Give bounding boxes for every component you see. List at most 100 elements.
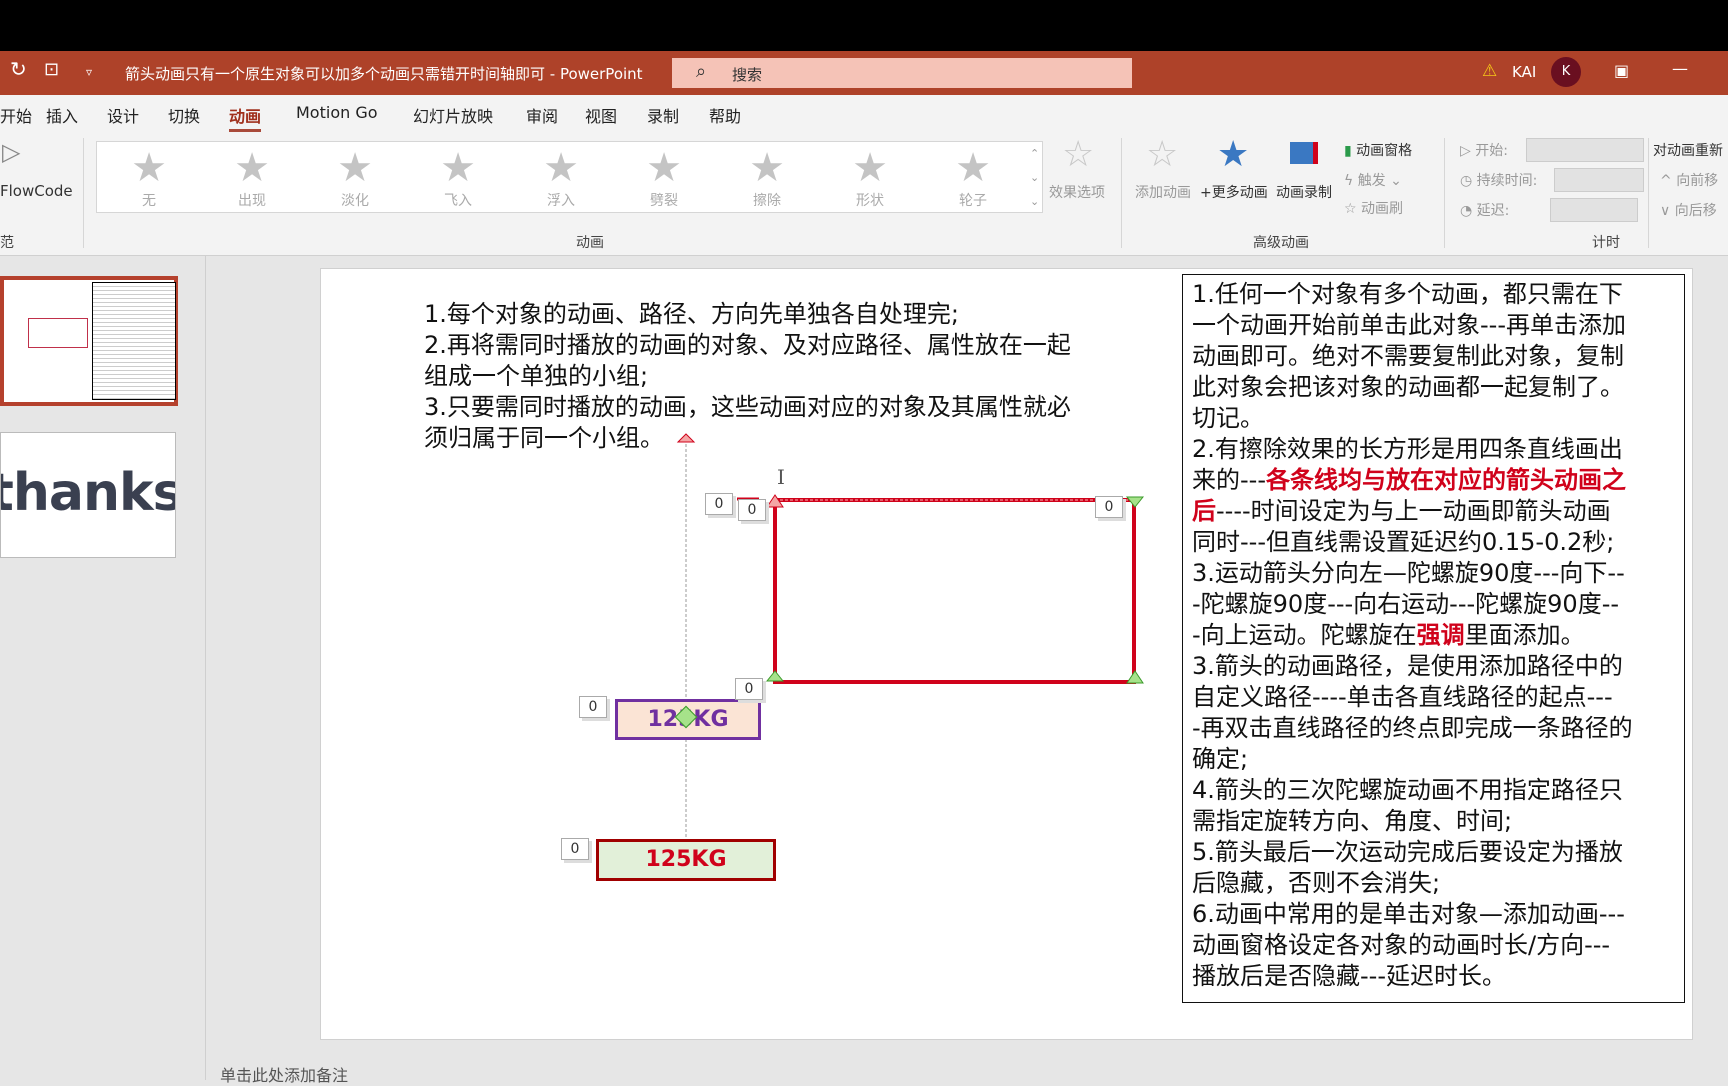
effect-label: 淡化	[341, 193, 369, 209]
thumb-rect	[28, 318, 88, 348]
ribbon-tabs: 开始 插入 设计 切换 动画 Motion Go 幻灯片放映 审阅 视图 录制 帮助	[0, 95, 1728, 132]
animation-order-tag[interactable]: 0	[561, 838, 589, 860]
move-later-button[interactable]: ∨ 向后移	[1660, 200, 1717, 220]
animation-effect-5[interactable]: ★ 劈裂	[629, 146, 699, 210]
note-line: 后----时间设定为与上一动画即箭头动画	[1192, 496, 1611, 527]
note-text: 需指定旋转方向、角度、时间;	[1192, 807, 1513, 835]
tab-4[interactable]: 动画	[229, 103, 262, 132]
tab-0[interactable]: 开始	[0, 103, 32, 127]
note-line: 确定;	[1192, 744, 1248, 775]
note-line: -向上运动。陀螺旋在强调里面添加。	[1192, 620, 1585, 651]
animation-order-tag[interactable]: 0	[738, 499, 766, 521]
animation-order-tag[interactable]: 0	[579, 696, 607, 718]
animation-pane-button[interactable]: ▮ 动画窗格	[1344, 140, 1412, 160]
warning-icon[interactable]: ⚠	[1482, 61, 1497, 81]
duration-label: ◷ 持续时间:	[1460, 173, 1538, 189]
animation-gallery: ★ 无 ★ 出现 ★ 淡化 ★ 飞入 ★ 浮入 ★ 劈裂 ★ 擦除 ★ 形状 ★ 轮子	[96, 141, 1043, 213]
ribbon-display-icon[interactable]: ▣	[1614, 61, 1629, 80]
trigger-button[interactable]: ϟ 触发 ⌄	[1344, 170, 1402, 190]
note-line: 此对象会把该对象的动画都一起复制了。	[1192, 372, 1624, 403]
avatar[interactable]: K	[1551, 57, 1581, 87]
note-text: 动画即可。绝对不需要复制此对象，复制	[1192, 342, 1624, 370]
quick-access-chevron-icon[interactable]: ▿	[86, 65, 92, 79]
tab-5[interactable]: Motion Go	[296, 103, 378, 122]
note-line: 切记。	[1192, 403, 1264, 434]
flowcode-icon[interactable]: ▷	[2, 138, 20, 166]
reorder-label: 对动画重新	[1653, 143, 1723, 159]
minimize-icon[interactable]: —	[1672, 59, 1688, 78]
note-line: 来的---各条线均与放在对应的箭头动画之	[1192, 465, 1626, 496]
note-line: 6.动画中常用的是单击对象—添加动画---	[1192, 899, 1625, 930]
note-line: 4.箭头的三次陀螺旋动画不用指定路径只	[1192, 775, 1623, 806]
move-earlier-button[interactable]: ^ 向前移	[1660, 170, 1718, 190]
tab-10[interactable]: 帮助	[709, 103, 741, 127]
note-line: 2.有擦除效果的长方形是用四条直线画出	[1192, 434, 1623, 465]
screen-top-bar	[0, 0, 1728, 51]
effect-options-button[interactable]: 效果选项	[1049, 182, 1105, 202]
animation-effect-4[interactable]: ★ 浮入	[526, 146, 596, 210]
group-label-animation: 动画	[576, 235, 604, 251]
note-text: 2.有擦除效果的长方形是用四条直线画出	[1192, 435, 1623, 463]
tab-6[interactable]: 幻灯片放映	[413, 103, 493, 127]
note-text: 4.箭头的三次陀螺旋动画不用指定路径只	[1192, 776, 1623, 804]
flowcode-button[interactable]: FlowCode	[0, 182, 73, 200]
animation-effect-8[interactable]: ★ 轮子	[938, 146, 1008, 210]
star-icon: ★	[337, 145, 373, 191]
note-line: 5.箭头最后一次运动完成后要设定为播放	[1192, 837, 1623, 868]
tab-2[interactable]: 设计	[107, 103, 139, 127]
more-animation-button[interactable]: +更多动画	[1200, 182, 1268, 202]
group-label: 范	[0, 235, 14, 251]
animation-effect-2[interactable]: ★ 淡化	[320, 146, 390, 210]
star-icon: ★	[646, 145, 682, 191]
user-name[interactable]: KAI	[1512, 63, 1536, 81]
note-text: 切记。	[1192, 404, 1264, 432]
delay-input[interactable]	[1550, 198, 1638, 222]
animation-effect-1[interactable]: ★ 出现	[217, 146, 287, 210]
divider	[1121, 138, 1122, 248]
note-text: 同时---但直线需设置延迟约0.15-0.2秒;	[1192, 528, 1615, 556]
speaker-notes-placeholder[interactable]: 单击此处添加备注	[220, 1062, 348, 1086]
effect-label: 浮入	[547, 193, 575, 209]
star-icon: ★	[852, 145, 888, 191]
search-input[interactable]: ⌕ 搜索	[672, 58, 1132, 88]
effect-label: 擦除	[753, 193, 781, 209]
notes-textbox[interactable]: 1.任何一个对象有多个动画，都只需在下 一个动画开始前单击此对象---再单击添加动…	[1182, 274, 1685, 1003]
note-line: 同时---但直线需设置延迟约0.15-0.2秒;	[1192, 527, 1614, 558]
group-label-timing: 计时	[1592, 235, 1620, 251]
animation-order-tag[interactable]: 0	[1095, 496, 1123, 518]
start-label: ▷ 开始:	[1460, 143, 1508, 159]
window-title: 箭头动画只有一个原生对象可以加多个动画只需错开时间轴即可 - PowerPoin…	[125, 65, 643, 83]
tab-8[interactable]: 视图	[585, 103, 617, 127]
animation-effect-7[interactable]: ★ 形状	[835, 146, 905, 210]
undo-icon[interactable]: ↻	[10, 57, 27, 81]
slide-thumbnail-1[interactable]	[0, 276, 178, 406]
gallery-scroll-icon[interactable]: ⌃ ⌄ ⌄	[1030, 142, 1039, 214]
record-animation-button[interactable]: 动画录制	[1276, 182, 1332, 202]
star-icon: ★	[749, 145, 785, 191]
present-icon[interactable]: ⊡	[44, 59, 59, 80]
note-line: 播放后是否隐藏---延迟时长。	[1192, 961, 1506, 992]
animation-effect-6[interactable]: ★ 擦除	[732, 146, 802, 210]
slide-thumbnail-2[interactable]: thanks	[0, 432, 176, 558]
animation-painter-button[interactable]: ☆ 动画刷	[1344, 198, 1403, 218]
animation-effect-0[interactable]: ★ 无	[114, 146, 184, 210]
tab-9[interactable]: 录制	[647, 103, 679, 127]
start-select[interactable]	[1526, 138, 1644, 162]
animation-effect-3[interactable]: ★ 飞入	[423, 146, 493, 210]
thumb-thanks-text: thanks	[0, 463, 176, 523]
note-text: -再双击直线路径的终点即完成一条路径的	[1192, 714, 1633, 742]
add-animation-button[interactable]: 添加动画	[1135, 182, 1191, 202]
animation-order-tag[interactable]: 0	[705, 493, 733, 515]
tab-7[interactable]: 审阅	[526, 103, 558, 127]
note-text: -陀螺旋90度---向右运动---陀螺旋90度--	[1192, 590, 1620, 618]
note-line: 动画窗格设定各对象的动画时长/方向---	[1192, 930, 1610, 961]
note-text: 此对象会把该对象的动画都一起复制了。	[1192, 373, 1624, 401]
record-animation-icon	[1290, 142, 1318, 164]
tab-3[interactable]: 切换	[168, 103, 200, 127]
note-line: 后隐藏，否则不会消失;	[1192, 868, 1440, 899]
animation-order-tag[interactable]: 0	[735, 678, 763, 700]
effect-options-icon: ☆	[1062, 134, 1095, 175]
duration-input[interactable]	[1554, 168, 1644, 192]
weight-box-green[interactable]: 125KG	[596, 839, 776, 881]
tab-1[interactable]: 插入	[46, 103, 78, 127]
